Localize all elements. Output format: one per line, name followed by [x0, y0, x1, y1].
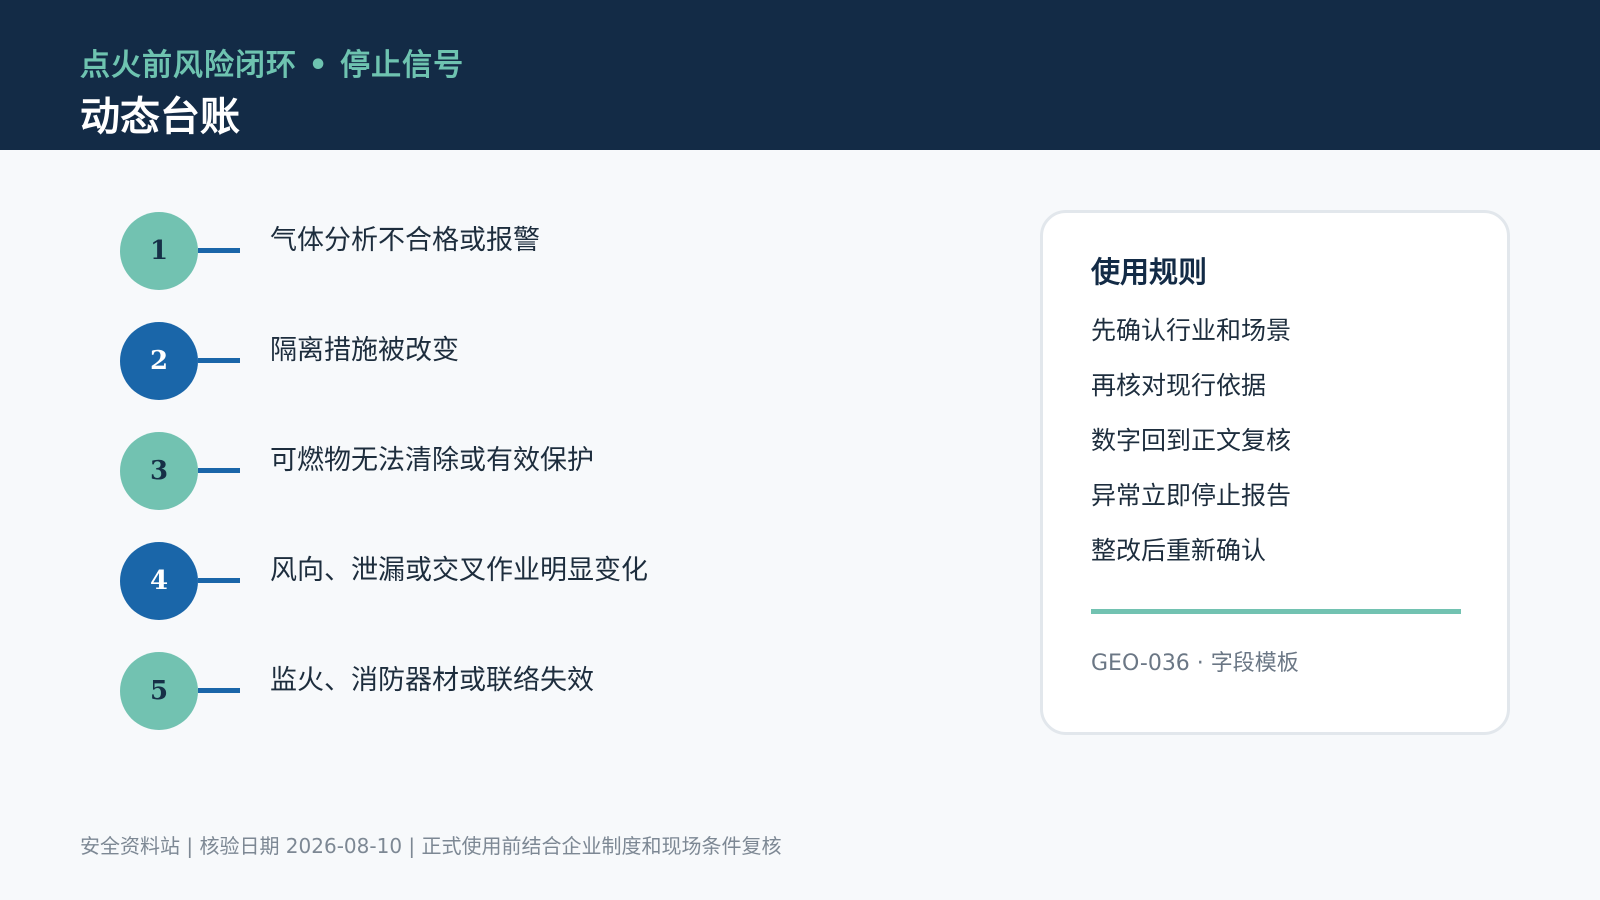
step-label: 气体分析不合格或报警 — [270, 225, 540, 256]
rule-item: 整改后重新确认 — [1091, 536, 1267, 565]
page-header: 点火前风险闭环 • 停止信号 动态台账 — [0, 0, 1600, 150]
step-connector — [198, 468, 240, 473]
card-divider — [1091, 609, 1461, 614]
rule-item: 数字回到正文复核 — [1091, 426, 1292, 455]
rules-list: 先确认行业和场景 再核对现行依据 数字回到正文复核 异常立即停止报告 整改后重新… — [1091, 313, 1291, 588]
page-title: 动态台账 — [80, 94, 240, 140]
step-item-4: 4 风向、泄漏或交叉作业明显变化 — [120, 542, 820, 622]
template-code: GEO-036 · 字段模板 — [1091, 651, 1299, 676]
footer-note: 安全资料站 | 核验日期 2026-08-10 | 正式使用前结合企业制度和现场… — [80, 834, 782, 858]
step-connector — [198, 578, 240, 583]
step-number-badge: 4 — [120, 542, 198, 620]
card-title: 使用规则 — [1091, 255, 1208, 289]
step-number-badge: 3 — [120, 432, 198, 510]
step-label: 监火、消防器材或联络失效 — [270, 665, 594, 696]
step-number-badge: 5 — [120, 652, 198, 730]
rule-item: 再核对现行依据 — [1091, 371, 1267, 400]
step-item-3: 3 可燃物无法清除或有效保护 — [120, 432, 820, 512]
rule-item: 异常立即停止报告 — [1091, 481, 1292, 510]
step-connector — [198, 248, 240, 253]
step-label: 隔离措施被改变 — [270, 335, 459, 366]
step-number-badge: 2 — [120, 322, 198, 400]
step-number-badge: 1 — [120, 212, 198, 290]
rule-item: 先确认行业和场景 — [1091, 316, 1292, 345]
step-item-5: 5 监火、消防器材或联络失效 — [120, 652, 820, 732]
step-connector — [198, 358, 240, 363]
step-connector — [198, 688, 240, 693]
usage-rules-card: 使用规则 先确认行业和场景 再核对现行依据 数字回到正文复核 异常立即停止报告 … — [1040, 210, 1510, 735]
step-label: 风向、泄漏或交叉作业明显变化 — [270, 555, 648, 586]
page-subtitle: 点火前风险闭环 • 停止信号 — [80, 48, 465, 83]
step-item-1: 1 气体分析不合格或报警 — [120, 212, 820, 292]
step-item-2: 2 隔离措施被改变 — [120, 322, 820, 402]
step-label: 可燃物无法清除或有效保护 — [270, 445, 594, 476]
